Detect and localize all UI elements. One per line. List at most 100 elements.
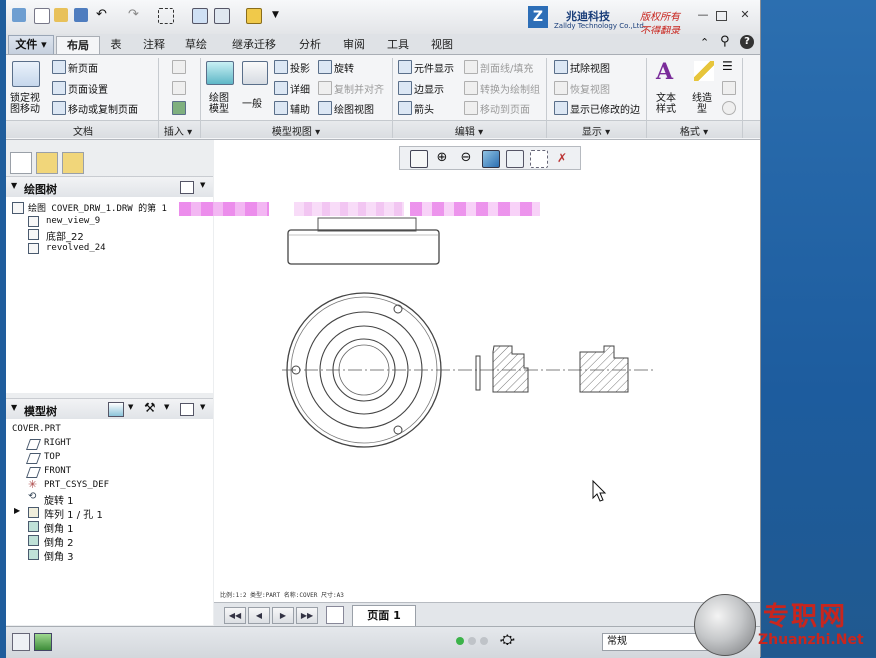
expand-arrow-icon[interactable]: ▶ xyxy=(14,506,20,515)
model-tree-item[interactable]: FRONT xyxy=(44,466,71,476)
close-button[interactable]: ✕ xyxy=(738,9,752,21)
model-tree-header[interactable]: ▼ 模型树 ▼ ⚒ ▼ ▼ xyxy=(6,398,213,420)
auxiliary-view-icon[interactable] xyxy=(274,101,288,115)
model-tree-item[interactable]: RIGHT xyxy=(44,438,71,448)
insert-graph-icon[interactable] xyxy=(172,60,186,74)
tree-settings-icon[interactable] xyxy=(180,403,194,416)
zoom-out-icon[interactable]: ⊖ xyxy=(458,150,474,166)
display-style-icon[interactable] xyxy=(506,150,524,168)
erase-view-icon[interactable] xyxy=(554,60,568,74)
section-fill-icon[interactable] xyxy=(464,60,478,74)
group-label-edit[interactable]: 编辑 ▾ xyxy=(392,123,546,138)
general-view-label[interactable]: 一般 xyxy=(242,95,262,110)
group-label-format[interactable]: 格式 ▾ xyxy=(646,123,742,138)
group-label-model-view[interactable]: 模型视图 ▾ xyxy=(200,123,392,138)
undo-icon[interactable]: ↶ xyxy=(96,8,110,22)
drawing-tree-item[interactable]: new_view_9 xyxy=(46,216,100,226)
general-view-icon[interactable] xyxy=(242,61,268,85)
datum-display-icon[interactable] xyxy=(530,150,548,168)
group-label-insert[interactable]: 插入 ▾ xyxy=(158,123,198,138)
search-icon[interactable]: ⚲ xyxy=(720,34,730,49)
drawing-view-icon[interactable] xyxy=(318,101,332,115)
group-label-display[interactable]: 显示 ▾ xyxy=(546,123,646,138)
open-folder-icon[interactable] xyxy=(54,8,68,22)
drawing-tree-root[interactable]: 绘图 COVER_DRW_1.DRW 的第 1 xyxy=(28,201,167,214)
tab-table[interactable]: 表 xyxy=(104,36,128,54)
new-page-icon[interactable] xyxy=(52,60,66,74)
projection-label[interactable]: 投影 xyxy=(290,60,310,75)
drawing-model-label[interactable]: 绘图模型 xyxy=(206,93,232,115)
arrow-label[interactable]: 箭头 xyxy=(414,101,434,116)
tab-review[interactable]: 审阅 xyxy=(336,36,372,54)
tree-settings-icon[interactable] xyxy=(180,181,194,194)
tab-page-1[interactable]: 页面 1 xyxy=(352,605,416,627)
chevron-down-icon[interactable]: ▼ xyxy=(128,403,133,411)
select-box-icon[interactable] xyxy=(158,8,174,24)
copy-align-icon[interactable] xyxy=(318,81,332,95)
window-icon[interactable] xyxy=(214,8,230,24)
format-painter-icon[interactable] xyxy=(722,101,736,115)
erase-view-label[interactable]: 拭除视图 xyxy=(570,60,610,75)
prev-page-button[interactable]: ◀ xyxy=(248,607,270,624)
lock-view-move-icon[interactable] xyxy=(12,61,40,87)
restore-view-icon[interactable] xyxy=(554,81,568,95)
drawing-model-icon[interactable] xyxy=(206,61,234,85)
page-setup-label[interactable]: 页面设置 xyxy=(68,81,108,96)
chevron-down-icon[interactable]: ▼ xyxy=(200,181,205,189)
drawing-tree-item[interactable]: 底部_22 xyxy=(46,228,84,243)
drawing-tree-header[interactable]: ▼ 绘图树 ▼ xyxy=(6,176,213,198)
model-tree-item[interactable]: 倒角 1 xyxy=(44,520,74,535)
element-display-label[interactable]: 元件显示 xyxy=(414,60,454,75)
navigator-toggle-icon[interactable] xyxy=(12,633,30,651)
new-page-icon[interactable] xyxy=(326,606,344,624)
line-style-label[interactable]: 线造型 xyxy=(690,93,714,115)
repeat-format-icon[interactable] xyxy=(722,81,736,95)
lock-view-move-label[interactable]: 锁定视图移动 xyxy=(10,93,46,115)
save-icon[interactable] xyxy=(74,8,88,22)
chevron-down-icon[interactable]: ▼ xyxy=(164,403,169,411)
model-tree-item[interactable]: TOP xyxy=(44,452,60,462)
tab-tools[interactable]: 工具 xyxy=(380,36,416,54)
collapse-ribbon-icon[interactable]: ⌃ xyxy=(700,36,709,49)
group-label-document[interactable]: 文档 xyxy=(8,123,158,138)
collapse-arrow-icon[interactable]: ▼ xyxy=(11,181,17,190)
redo-icon[interactable]: ↷ xyxy=(128,8,142,22)
first-page-button[interactable]: ◀◀ xyxy=(224,607,246,624)
tab-view[interactable]: 视图 xyxy=(424,36,460,54)
detail-view-icon[interactable] xyxy=(274,81,288,95)
drawing-view-label[interactable]: 绘图视图 xyxy=(334,101,374,116)
browser-toggle-icon[interactable] xyxy=(34,633,52,651)
move-to-page-icon[interactable] xyxy=(464,101,478,115)
convert-drawing-group-label[interactable]: 转换为绘制组 xyxy=(480,81,540,96)
element-display-icon[interactable] xyxy=(398,60,412,74)
help-icon[interactable]: ? xyxy=(740,35,754,49)
copy-align-label[interactable]: 复制并对齐 xyxy=(334,81,384,96)
minimize-button[interactable]: — xyxy=(696,9,710,21)
tab-layout[interactable]: 布局 xyxy=(56,36,100,55)
collapse-arrow-icon[interactable]: ▼ xyxy=(11,403,17,412)
move-copy-page-icon[interactable] xyxy=(52,101,66,115)
tab-inherit-migrate[interactable]: 继承迁移 xyxy=(224,36,284,54)
arrow-icon[interactable] xyxy=(398,101,412,115)
annotation-display-icon[interactable]: ✗ xyxy=(554,150,570,166)
new-file-icon[interactable] xyxy=(34,8,50,24)
repaint-icon[interactable] xyxy=(482,150,500,168)
move-to-page-label[interactable]: 移动到页面 xyxy=(480,101,530,116)
regenerate-icon[interactable] xyxy=(192,8,208,24)
hatch-icon[interactable]: ☰ xyxy=(722,60,734,72)
tab-model-tree-icon[interactable] xyxy=(10,152,32,174)
restore-view-label[interactable]: 恢复视图 xyxy=(570,81,610,96)
insert-object-icon[interactable] xyxy=(172,81,186,95)
maximize-button[interactable] xyxy=(716,11,727,21)
tab-sketch[interactable]: 草绘 xyxy=(178,36,214,54)
detail-view-label[interactable]: 详细 xyxy=(290,81,310,96)
refit-icon[interactable] xyxy=(410,150,428,168)
auxiliary-view-label[interactable]: 辅助 xyxy=(290,101,310,116)
section-fill-label[interactable]: 剖面线/填充 xyxy=(480,60,533,75)
convert-drawing-group-icon[interactable] xyxy=(464,81,478,95)
model-tree-item[interactable]: PRT_CSYS_DEF xyxy=(44,480,109,490)
insert-image-icon[interactable] xyxy=(172,101,186,115)
line-style-icon[interactable] xyxy=(694,61,714,81)
revolve-view-icon[interactable] xyxy=(318,60,332,74)
revolve-view-label[interactable]: 旋转 xyxy=(334,60,354,75)
